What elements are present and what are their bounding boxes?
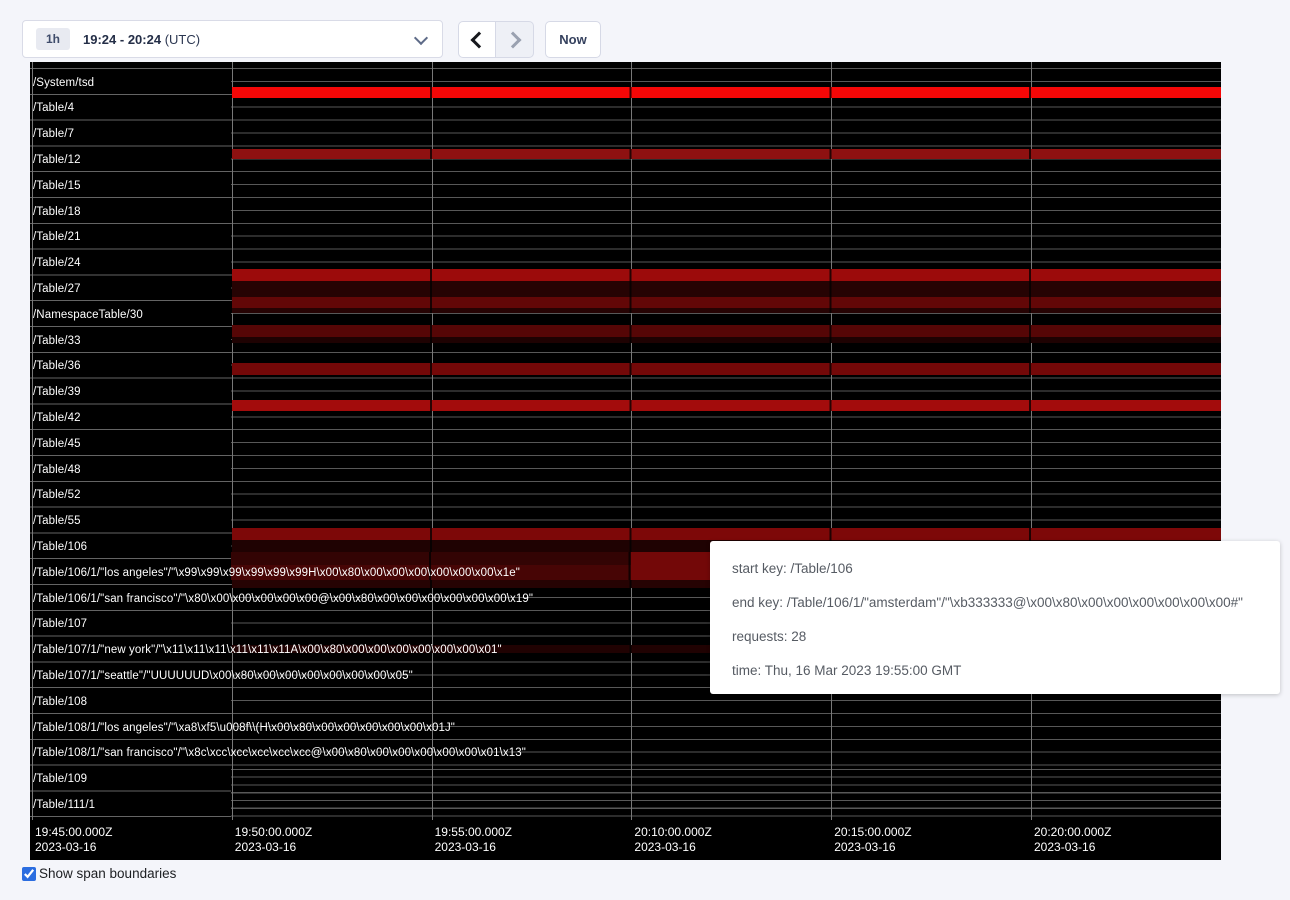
grid-vline (432, 62, 433, 820)
heat-band[interactable] (232, 281, 1222, 297)
row-label: /Table/106/1/"san francisco"/"\x80\x00\x… (33, 593, 533, 606)
row-label: /Table/107/1/"new york"/"\x11\x11\x11\x1… (33, 644, 502, 657)
row-label: /Table/39 (33, 386, 81, 399)
row-label: /Table/106 (33, 541, 87, 554)
grid-vline (831, 62, 832, 820)
bucket-tooltip: start key: /Table/106 end key: /Table/10… (710, 541, 1280, 694)
row-label: /Table/108/1/"san francisco"/"\x8c\xcc\x… (33, 747, 526, 760)
tooltip-start-key: start key: /Table/106 (732, 552, 1258, 586)
heat-band[interactable] (232, 325, 1222, 337)
time-range-selector[interactable]: 1h 19:24 - 20:24 (UTC) (22, 20, 443, 58)
toolbar: 1h 19:24 - 20:24 (UTC) Now (0, 0, 1290, 62)
row-label: /Table/109 (33, 773, 87, 786)
time-range-timezone: (UTC) (165, 32, 200, 47)
row-label: /Table/24 (33, 257, 81, 270)
heat-band[interactable] (232, 269, 1222, 281)
row-label: /Table/48 (33, 464, 81, 477)
heat-band[interactable] (231, 552, 631, 565)
show-span-boundaries-label: Show span boundaries (39, 866, 176, 881)
row-label: /Table/42 (33, 412, 81, 425)
now-button[interactable]: Now (545, 21, 601, 58)
row-label: /Table/55 (33, 515, 81, 528)
heat-band[interactable] (232, 297, 1222, 308)
chevron-left-icon (471, 31, 488, 48)
show-span-boundaries-checkbox[interactable] (22, 867, 36, 881)
heat-band[interactable] (232, 308, 1222, 313)
tooltip-requests: requests: 28 (732, 620, 1258, 654)
show-span-boundaries-row[interactable]: Show span boundaries (22, 866, 176, 881)
previous-window-button[interactable] (458, 21, 496, 58)
row-label: /Table/18 (33, 206, 81, 219)
row-label: /Table/111/1 (33, 799, 95, 812)
grid-vline (631, 62, 632, 820)
time-range-value: 19:24 - 20:24 (83, 32, 161, 47)
row-label: /Table/7 (33, 128, 74, 141)
row-label: /Table/27 (33, 283, 81, 296)
heat-band[interactable] (232, 363, 1222, 375)
row-label: /Table/15 (33, 180, 81, 193)
row-label: /Table/106/1/"los angeles"/"\x99\x99\x99… (33, 567, 520, 580)
row-label: /Table/21 (33, 231, 81, 244)
span-boundary-grid-dense (231, 769, 1221, 821)
next-window-button[interactable] (496, 21, 534, 58)
heat-band[interactable] (232, 149, 1222, 159)
row-label: /Table/108/1/"los angeles"/"\xa8\xf5\u00… (33, 722, 455, 735)
heat-band[interactable] (232, 87, 1222, 98)
tooltip-time: time: Thu, 16 Mar 2023 19:55:00 GMT (732, 654, 1258, 688)
row-label: /System/tsd (33, 77, 94, 90)
chevron-down-icon (416, 30, 426, 48)
keyvis-canvas[interactable]: /System/tsd/Table/4/Table/7/Table/12/Tab… (30, 62, 1221, 860)
tooltip-end-key: end key: /Table/106/1/"amsterdam"/"\xb33… (732, 586, 1258, 620)
time-range-text: 19:24 - 20:24 (UTC) (83, 32, 200, 47)
row-label: /Table/12 (33, 154, 81, 167)
grid-vline (1031, 62, 1032, 820)
row-label: /Table/33 (33, 335, 81, 348)
row-label: /Table/52 (33, 489, 81, 502)
row-label: /Table/108 (33, 696, 87, 709)
heat-band[interactable] (232, 337, 1222, 343)
row-label: /Table/107 (33, 618, 87, 631)
heat-band[interactable] (232, 400, 1222, 411)
row-label: /Table/107/1/"seattle"/"UUUUUUD\x00\x80\… (33, 670, 413, 683)
grid-vline (232, 62, 233, 820)
row-label: /NamespaceTable/30 (33, 309, 143, 322)
row-label: /Table/4 (33, 102, 74, 115)
chevron-right-icon (504, 31, 521, 48)
row-label: /Table/36 (33, 360, 81, 373)
heat-band[interactable] (232, 528, 1222, 540)
time-window-nav (458, 21, 534, 58)
time-preset-badge: 1h (36, 28, 70, 50)
row-label: /Table/45 (33, 438, 81, 451)
